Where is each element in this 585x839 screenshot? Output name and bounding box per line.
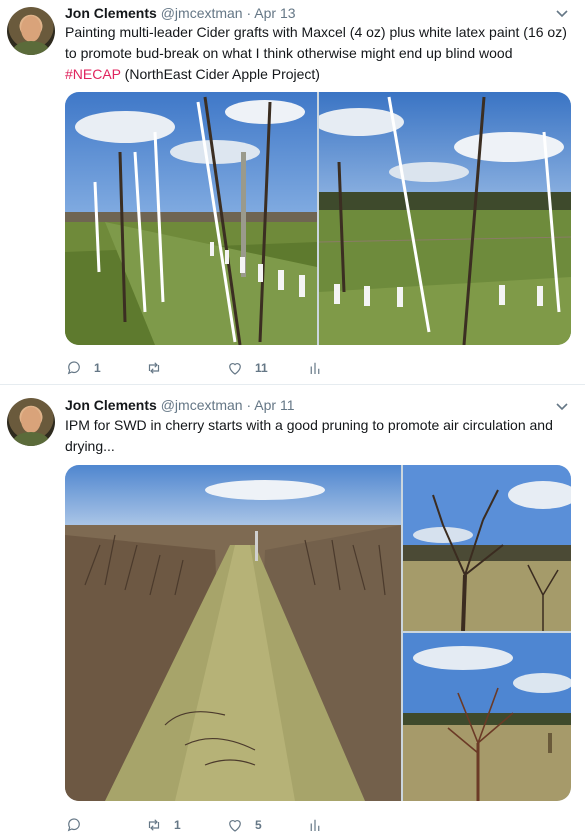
reply-icon: [67, 361, 80, 375]
orchard-photo-2[interactable]: [319, 92, 571, 345]
cherry-tree-photo-1[interactable]: [403, 465, 571, 631]
tweet-date[interactable]: Apr 13: [254, 5, 295, 21]
tweet-text-line: Painting multi-leader Cider grafts with …: [65, 24, 567, 40]
avatar-face: [21, 16, 41, 42]
heart-icon: [229, 363, 241, 375]
separator-dot: ·: [246, 5, 252, 21]
tweet-text-line: IPM for SWD in cherry starts with a good…: [65, 417, 553, 433]
tweet[interactable]: Jon Clements @jmcextman · Apr 11 IPM for…: [0, 386, 585, 839]
reply-button[interactable]: 1: [65, 358, 101, 378]
tweet-text-line: #NECAP (NorthEast Cider Apple Project): [65, 64, 575, 85]
analytics-icon: [310, 819, 320, 831]
retweet-button[interactable]: [145, 358, 174, 378]
tweet-header: Jon Clements @jmcextman · Apr 13: [65, 5, 296, 21]
like-count: 5: [255, 818, 262, 832]
tweet-date[interactable]: Apr 11: [254, 397, 294, 413]
like-button[interactable]: 11: [226, 358, 268, 378]
tweet-text: Painting multi-leader Cider grafts with …: [65, 22, 575, 85]
avatar-shirt: [13, 41, 49, 55]
author-handle[interactable]: @jmcextman: [161, 397, 243, 413]
reply-button[interactable]: [65, 815, 94, 835]
orchard-photo-1[interactable]: [65, 92, 317, 345]
heart-icon: [229, 820, 241, 832]
author-name[interactable]: Jon Clements: [65, 5, 157, 21]
hashtag-link[interactable]: #NECAP: [65, 66, 121, 82]
author-handle[interactable]: @jmcextman: [161, 5, 243, 21]
action-bar: 1 5: [65, 815, 365, 835]
like-button[interactable]: 5: [226, 815, 262, 835]
tweet-text: IPM for SWD in cherry starts with a good…: [65, 415, 575, 457]
avatar-shirt: [13, 432, 49, 446]
separator-dot: ·: [246, 397, 252, 413]
retweet-count: 1: [174, 818, 181, 832]
analytics-icon: [310, 362, 320, 374]
chevron-down-icon[interactable]: [555, 402, 569, 412]
retweet-button[interactable]: 1: [145, 815, 181, 835]
like-count: 11: [255, 361, 268, 375]
tweet[interactable]: Jon Clements @jmcextman · Apr 13 Paintin…: [0, 0, 585, 385]
chevron-down-icon[interactable]: [555, 9, 569, 19]
reply-icon: [67, 818, 80, 832]
hashtag-suffix: (NorthEast Cider Apple Project): [120, 66, 320, 82]
media-grid: [65, 465, 571, 801]
cherry-tree-photo-2[interactable]: [403, 633, 571, 801]
author-name[interactable]: Jon Clements: [65, 397, 157, 413]
media-grid: [65, 92, 571, 345]
tweet-text-line: drying...: [65, 438, 115, 454]
analytics-button[interactable]: [306, 815, 324, 835]
action-bar: 1 11: [65, 358, 365, 378]
cherry-orchard-aisle-photo[interactable]: [65, 465, 401, 801]
avatar-face: [21, 407, 41, 433]
avatar[interactable]: [7, 398, 55, 446]
analytics-button[interactable]: [306, 358, 324, 378]
retweet-icon: [148, 362, 160, 374]
retweet-icon: [148, 819, 160, 831]
tweet-text-line: to promote bud-break on what I think oth…: [65, 45, 513, 61]
avatar[interactable]: [7, 7, 55, 55]
tweet-header: Jon Clements @jmcextman · Apr 11: [65, 397, 295, 413]
reply-count: 1: [94, 361, 101, 375]
